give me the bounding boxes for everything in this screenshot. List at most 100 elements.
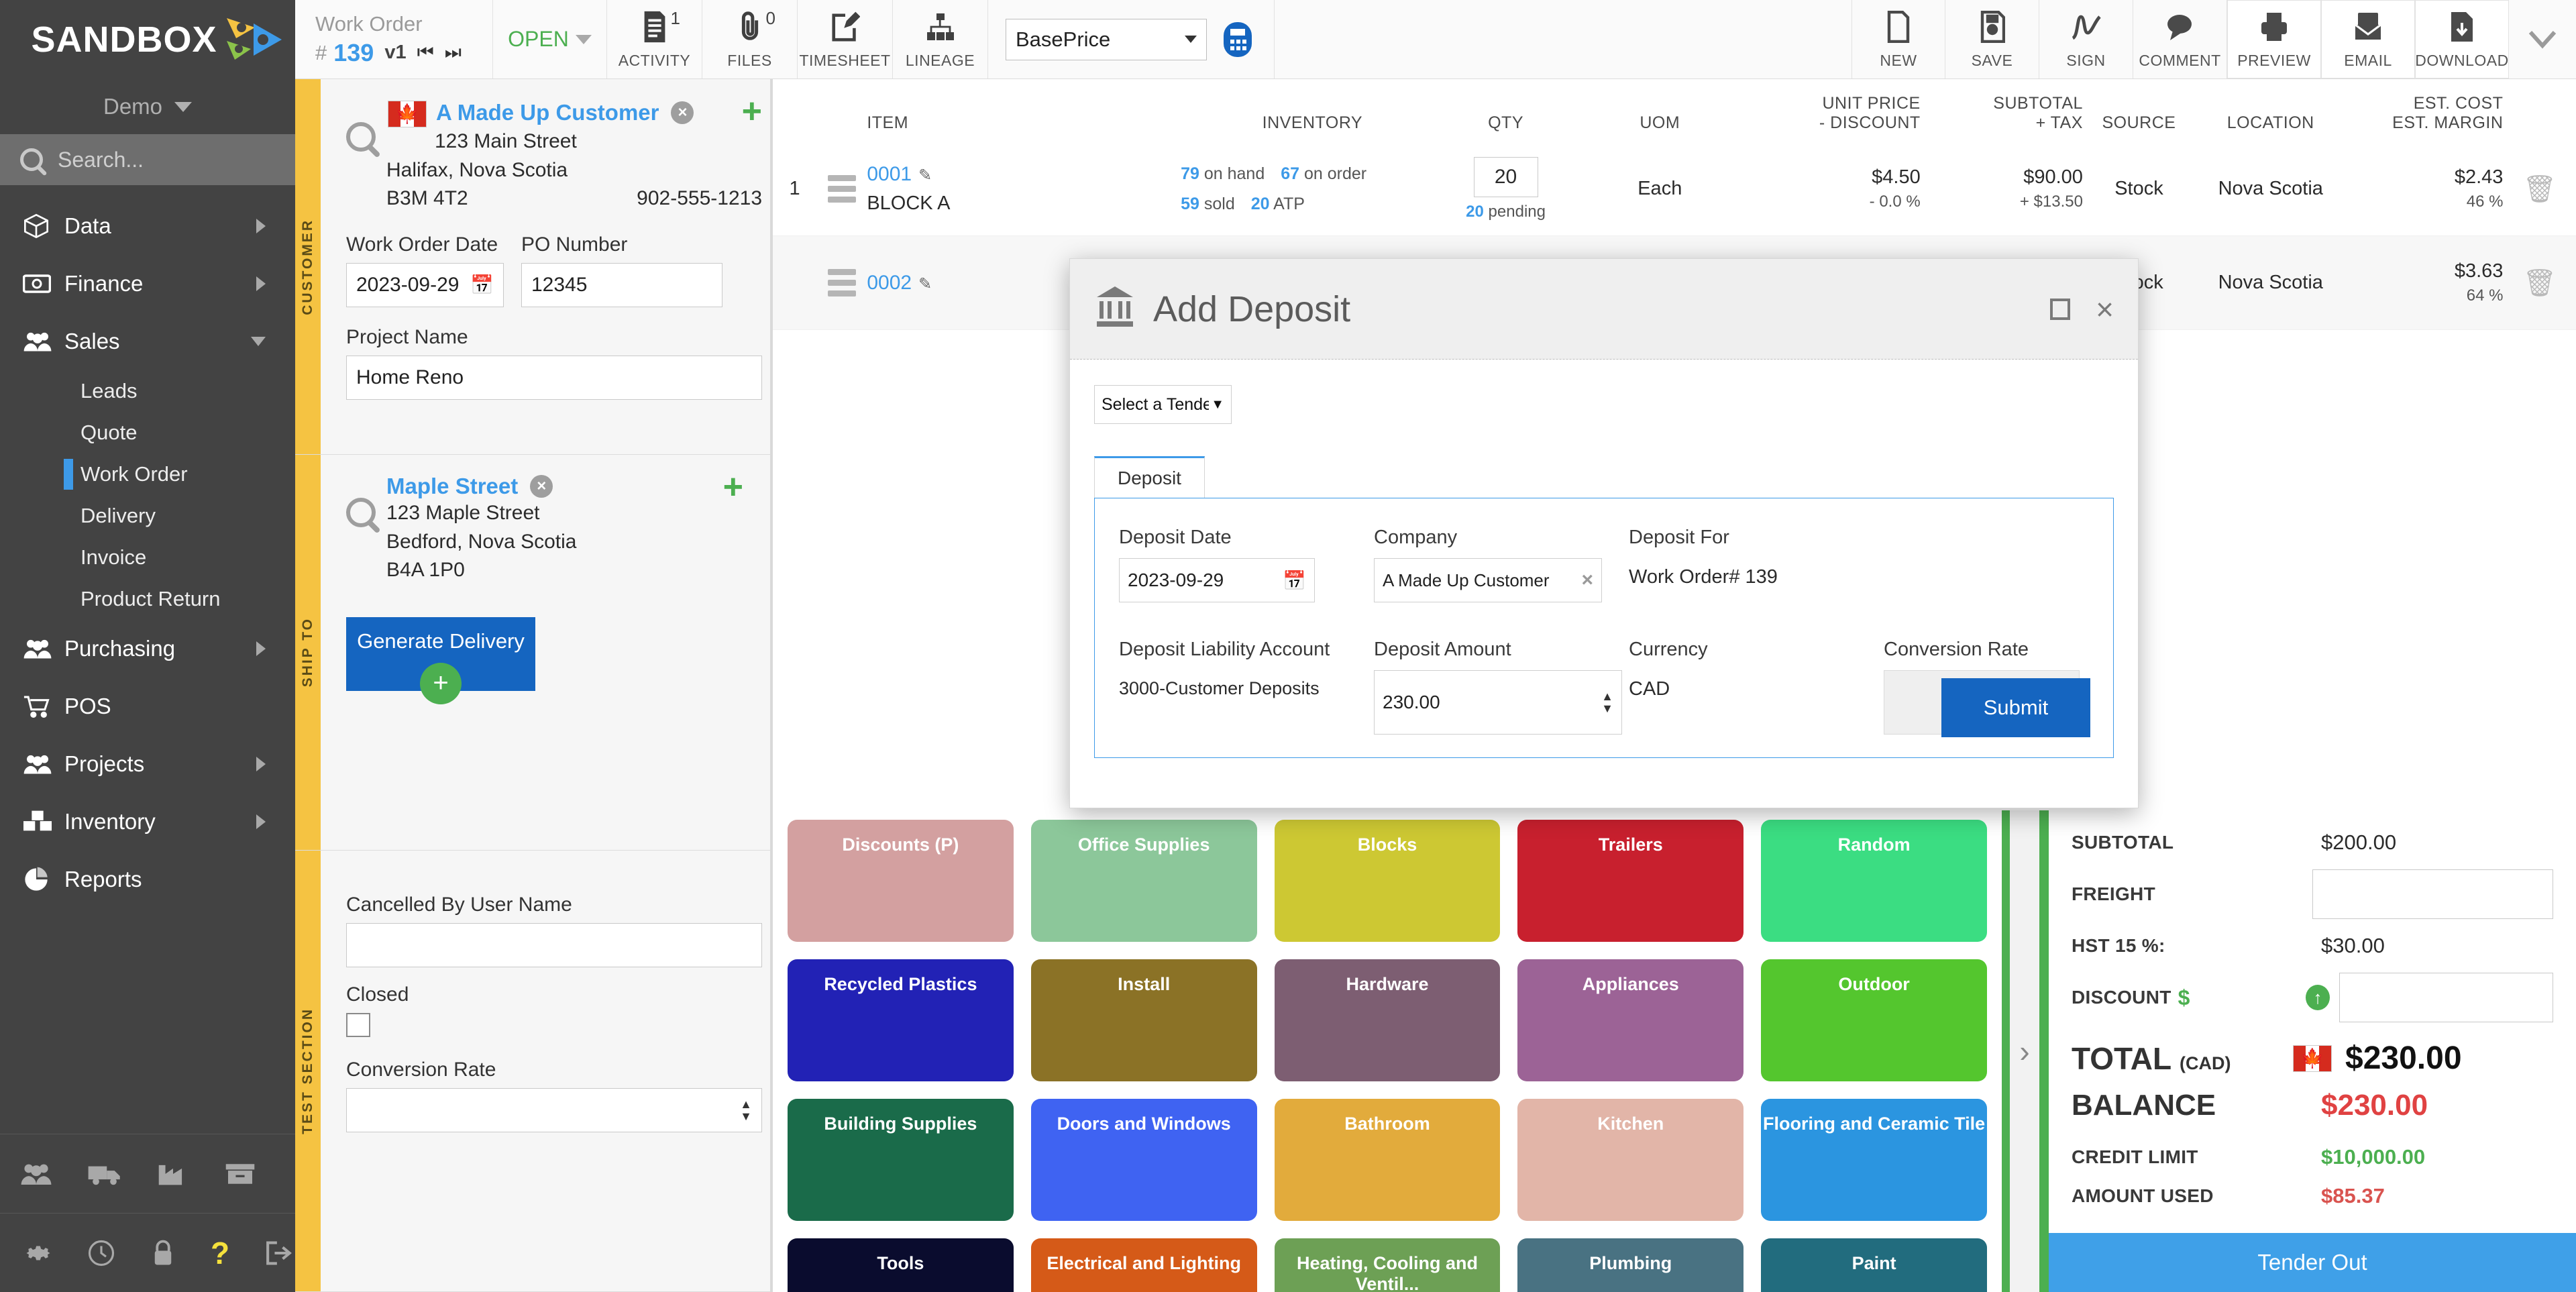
category-tile[interactable]: Doors and Windows — [1030, 1099, 1257, 1221]
email-button[interactable]: EMAIL — [2321, 0, 2415, 78]
archive-box-icon[interactable] — [224, 1162, 256, 1186]
brand-logo[interactable]: SANDBOX — [0, 0, 295, 79]
add-customer-icon[interactable]: + — [742, 94, 762, 129]
sign-button[interactable]: SIGN — [2039, 0, 2133, 78]
sidebar-item-delivery[interactable]: Delivery — [0, 495, 295, 537]
freight-input[interactable] — [2312, 869, 2553, 919]
calendar-icon[interactable]: 📅 — [470, 274, 494, 296]
sidebar-item-product-return[interactable]: Product Return — [0, 578, 295, 620]
sidebar-item-invoice[interactable]: Invoice — [0, 537, 295, 578]
conversion-rate-input[interactable]: ▲ ▼ — [346, 1088, 762, 1132]
sidebar-item-projects[interactable]: Projects — [0, 735, 295, 793]
more-actions-button[interactable] — [2509, 0, 2576, 78]
restore-window-icon[interactable] — [2050, 298, 2071, 320]
add-ship-to-icon[interactable]: + — [723, 470, 743, 504]
discount-input[interactable] — [2339, 973, 2553, 1022]
tenant-switcher[interactable]: Demo — [0, 79, 295, 134]
spinner-icon[interactable]: ▲ ▼ — [1601, 690, 1613, 714]
category-tile[interactable]: Trailers — [1517, 820, 1744, 942]
sidebar-item-reports[interactable]: Reports — [0, 851, 295, 908]
po-number-input[interactable]: 12345 — [521, 262, 722, 307]
sidebar-search[interactable] — [0, 134, 295, 185]
category-tile[interactable]: Recycled Plastics — [788, 959, 1014, 1081]
project-name-input[interactable]: Home Reno — [346, 355, 762, 400]
calculator-button[interactable] — [1219, 19, 1256, 60]
ship-to-name-link[interactable]: Maple Street — [386, 474, 518, 499]
customer-search-icon[interactable] — [346, 122, 376, 152]
work-order-date-input[interactable]: 2023-09-29 📅 — [346, 262, 504, 307]
tab-deposit[interactable]: Deposit — [1094, 456, 1205, 498]
dollar-toggle-icon[interactable]: $ — [2178, 985, 2190, 1010]
category-tile[interactable]: Discounts (P) — [788, 820, 1014, 942]
category-tile[interactable]: Building Supplies — [788, 1099, 1014, 1221]
sidebar-item-leads[interactable]: Leads — [0, 370, 295, 412]
factory-icon[interactable] — [157, 1162, 189, 1186]
save-button[interactable]: SAVE — [1945, 0, 2039, 78]
timesheet-button[interactable]: TIMESHEET — [798, 0, 893, 78]
customer-name-link[interactable]: A Made Up Customer — [436, 100, 659, 125]
logout-icon[interactable] — [264, 1240, 297, 1267]
price-list-select[interactable]: BasePrice — [1006, 18, 1207, 60]
category-tile[interactable]: Heating, Cooling and Ventil... — [1274, 1238, 1501, 1292]
sidebar-item-inventory[interactable]: Inventory — [0, 793, 295, 851]
category-tile[interactable]: Install — [1030, 959, 1257, 1081]
sidebar-item-work-order[interactable]: Work Order — [0, 453, 295, 495]
generate-delivery-button[interactable]: Generate Delivery + — [346, 616, 535, 704]
sidebar-item-sales[interactable]: Sales — [0, 313, 295, 370]
gear-icon[interactable] — [24, 1239, 52, 1267]
people-icon[interactable] — [20, 1162, 52, 1186]
category-tile[interactable]: Appliances — [1517, 959, 1744, 1081]
item-code-link[interactable]: 0002 — [867, 272, 912, 294]
ship-to-search-icon[interactable] — [346, 498, 376, 527]
item-code-link[interactable]: 0001 — [867, 163, 912, 185]
category-tile[interactable]: Tools — [788, 1238, 1014, 1292]
comment-button[interactable]: COMMENT — [2133, 0, 2227, 78]
preview-button[interactable]: PREVIEW — [2227, 0, 2321, 78]
new-button[interactable]: NEW — [1851, 0, 1945, 78]
truck-icon[interactable] — [87, 1162, 122, 1186]
clear-company-icon[interactable]: × — [1581, 569, 1593, 592]
category-tile[interactable]: Random — [1761, 820, 1987, 942]
sidebar-item-quote[interactable]: Quote — [0, 412, 295, 453]
category-tile[interactable]: Office Supplies — [1030, 820, 1257, 942]
category-tile[interactable]: Bathroom — [1274, 1099, 1501, 1221]
files-button[interactable]: 0 FILES — [702, 0, 798, 78]
edit-item-icon[interactable]: ✎ — [918, 275, 932, 293]
sidebar-item-data[interactable]: Data — [0, 197, 295, 255]
category-tile[interactable]: Flooring and Ceramic Tile — [1761, 1099, 1987, 1221]
category-tile[interactable]: Paint — [1761, 1238, 1987, 1292]
delete-row-icon[interactable]: 🗑 — [2522, 174, 2557, 204]
category-tile[interactable]: Kitchen — [1517, 1099, 1744, 1221]
category-tile[interactable]: Blocks — [1274, 820, 1501, 942]
apply-discount-icon[interactable]: ↑ — [2306, 985, 2330, 1010]
clock-icon[interactable] — [87, 1239, 115, 1267]
sidebar-item-purchasing[interactable]: Purchasing — [0, 620, 295, 678]
category-tile[interactable]: Outdoor — [1761, 959, 1987, 1081]
download-button[interactable]: DOWNLOAD — [2415, 0, 2509, 78]
drag-handle-icon[interactable] — [816, 269, 867, 297]
clear-customer-icon[interactable]: × — [671, 101, 694, 124]
deposit-amount-input[interactable]: 230.00 ▲ ▼ — [1374, 670, 1622, 735]
category-tile[interactable]: Hardware — [1274, 959, 1501, 1081]
sidebar-item-pos[interactable]: POS — [0, 678, 295, 735]
category-tile[interactable]: Electrical and Lighting — [1030, 1238, 1257, 1292]
tender-out-button[interactable]: Tender Out — [2049, 1233, 2576, 1292]
closed-checkbox[interactable] — [346, 1013, 370, 1037]
qty-input[interactable]: 20 — [1473, 156, 1538, 197]
status-dropdown[interactable]: OPEN — [493, 0, 607, 78]
delete-row-icon[interactable]: 🗑 — [2522, 268, 2557, 298]
tender-option-select[interactable]: Select a Tender Option ▼ — [1094, 385, 1232, 424]
spinner-icon[interactable]: ▲ ▼ — [740, 1098, 752, 1122]
prev-record-button[interactable]: ⏮ — [417, 42, 434, 64]
next-record-button[interactable]: ⏭ — [445, 42, 462, 64]
cancelled-by-input[interactable] — [346, 923, 762, 967]
clear-ship-to-icon[interactable]: × — [530, 475, 553, 498]
submit-button[interactable]: Submit — [1941, 678, 2090, 737]
lineage-button[interactable]: LINEAGE — [893, 0, 988, 78]
sidebar-item-finance[interactable]: Finance — [0, 255, 295, 313]
deposit-date-input[interactable]: 2023-09-29 📅 — [1119, 558, 1315, 602]
help-question-icon[interactable]: ? — [211, 1235, 229, 1271]
tiles-next-button[interactable]: › — [2002, 810, 2039, 1292]
company-input[interactable]: A Made Up Customer × — [1374, 558, 1602, 602]
table-row[interactable]: 1 0001 ✎ BLOCK A 79 on hand 67 on order — [773, 142, 2576, 236]
